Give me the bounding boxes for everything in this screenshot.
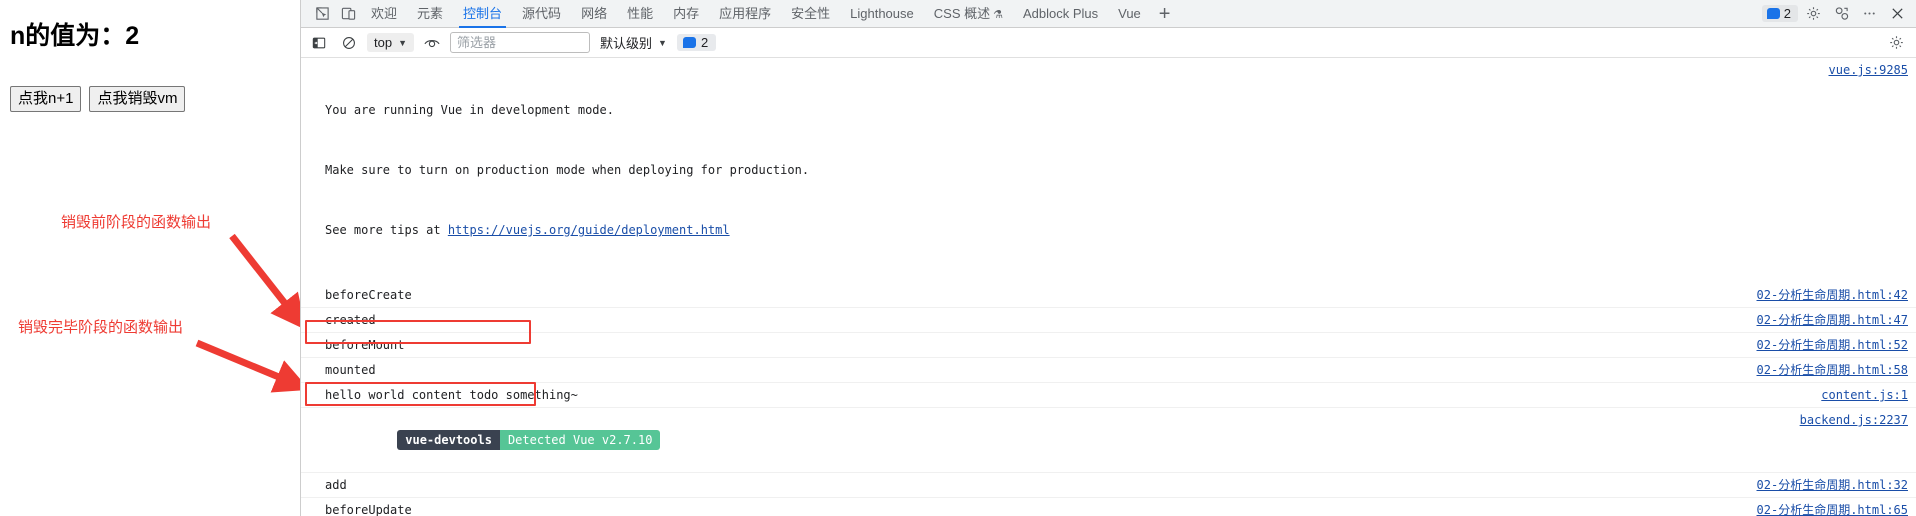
log-row[interactable]: vue-devtools Detected Vue v2.7.10 backend…	[301, 408, 1916, 473]
tab-lighthouse[interactable]: Lighthouse	[840, 0, 924, 28]
log-row[interactable]: hello world content todo something~ cont…	[301, 383, 1916, 408]
vue-devtools-badge: vue-devtools Detected Vue v2.7.10	[397, 430, 661, 450]
log-source-link[interactable]: 02-分析生命周期.html:42	[1741, 285, 1908, 305]
annotation-arrows	[195, 233, 300, 393]
tab-performance[interactable]: 性能	[617, 0, 663, 28]
tab-css-overview[interactable]: CSS 概述 ⚗	[924, 0, 1013, 28]
page-button-group: 点我n+1 点我销毁vm	[10, 86, 186, 112]
log-message: mounted	[325, 363, 376, 377]
increment-button[interactable]: 点我n+1	[10, 86, 82, 112]
log-source-link[interactable]: 02-分析生命周期.html:52	[1741, 335, 1908, 355]
log-source-link[interactable]: vue.js:9285	[1813, 60, 1908, 80]
tab-adblock-plus[interactable]: Adblock Plus	[1013, 0, 1108, 28]
issue-bubble-icon	[682, 37, 696, 48]
annotation-destroyed: 销毁完毕阶段的函数输出	[18, 319, 184, 336]
log-level-value: 默认级别	[600, 36, 653, 51]
log-message: beforeMount	[325, 338, 405, 352]
close-devtools-icon[interactable]	[1884, 2, 1910, 26]
log-row[interactable]: created 02-分析生命周期.html:47	[301, 308, 1916, 333]
execution-context-value: top	[374, 35, 393, 50]
log-source-link[interactable]: 02-分析生命周期.html:65	[1741, 500, 1908, 516]
log-source-link[interactable]: backend.js:2237	[1784, 410, 1908, 430]
add-panel-button[interactable]: +	[1151, 4, 1179, 24]
console-issues-badge[interactable]: 2	[676, 34, 717, 51]
browser-page-preview: n的值为：2 点我n+1 点我销毁vm 销毁前阶段的函数输出 销毁完毕阶段的函数…	[0, 0, 300, 516]
vue-devtools-badge-message: Detected Vue v2.7.10	[499, 430, 661, 450]
customize-devtools-icon[interactable]	[1828, 2, 1854, 26]
log-level-select[interactable]: 默认级别 ▼	[596, 31, 671, 54]
deployment-guide-link[interactable]: https://vuejs.org/guide/deployment.html	[448, 223, 730, 237]
execution-context-select[interactable]: top ▼	[367, 33, 414, 52]
page-title: n的值为：2	[10, 22, 140, 50]
tab-elements[interactable]: 元素	[407, 0, 453, 28]
tab-vue[interactable]: Vue	[1108, 0, 1151, 28]
log-source-link[interactable]: 02-分析生命周期.html:32	[1741, 475, 1908, 495]
destroy-vm-button[interactable]: 点我销毁vm	[89, 86, 186, 112]
log-source-link[interactable]: content.js:1	[1805, 385, 1908, 405]
issues-count: 2	[1783, 6, 1791, 21]
inspect-element-icon[interactable]	[309, 2, 335, 26]
log-row[interactable]: beforeCreate 02-分析生命周期.html:42	[301, 283, 1916, 308]
tab-application[interactable]: 应用程序	[709, 0, 781, 28]
devtools-tabbar-actions: 2	[1761, 2, 1910, 26]
chevron-down-icon: ▼	[658, 37, 667, 48]
live-expression-icon[interactable]	[420, 32, 444, 54]
console-settings-gear-icon[interactable]	[1884, 32, 1908, 54]
console-filter-toolbar: top ▼ 默认级别 ▼ 2	[301, 28, 1916, 58]
log-source-link[interactable]: 02-分析生命周期.html:58	[1741, 360, 1908, 380]
log-row[interactable]: mounted 02-分析生命周期.html:58	[301, 358, 1916, 383]
tab-security[interactable]: 安全性	[781, 0, 840, 28]
issues-badge[interactable]: 2	[1761, 5, 1798, 22]
annotation-before-destroy: 销毁前阶段的函数输出	[61, 214, 212, 231]
tab-sources[interactable]: 源代码	[512, 0, 571, 28]
log-row[interactable]: beforeMount 02-分析生命周期.html:52	[301, 333, 1916, 358]
tab-console[interactable]: 控制台	[453, 0, 512, 28]
log-message: hello world content todo something~	[325, 388, 578, 402]
console-issues-count: 2	[700, 35, 709, 50]
issue-bubble-icon	[1766, 8, 1780, 19]
chevron-down-icon: ▼	[398, 37, 407, 48]
tab-welcome[interactable]: 欢迎	[361, 0, 407, 28]
log-message: beforeCreate	[325, 288, 412, 302]
tab-memory[interactable]: 内存	[663, 0, 709, 28]
screen: n的值为：2 点我n+1 点我销毁vm 销毁前阶段的函数输出 销毁完毕阶段的函数…	[0, 0, 1916, 516]
log-source-link[interactable]: 02-分析生命周期.html:47	[1741, 310, 1908, 330]
log-message: beforeUpdate	[325, 503, 412, 516]
console-log-area[interactable]: You are running Vue in development mode.…	[301, 58, 1916, 516]
devtools-panel: 欢迎 元素 控制台 源代码 网络 性能 内存 应用程序 安全性 Lighthou…	[300, 0, 1916, 516]
log-message-line-text: See more tips at	[325, 223, 448, 237]
log-message: add	[325, 478, 347, 492]
log-message: vue-devtools Detected Vue v2.7.10	[325, 410, 1784, 470]
log-message-line: See more tips at https://vuejs.org/guide…	[325, 220, 1813, 240]
log-message-line: Make sure to turn on production mode whe…	[325, 163, 810, 177]
settings-gear-icon[interactable]	[1800, 2, 1826, 26]
tab-network[interactable]: 网络	[571, 0, 617, 28]
console-filter-input[interactable]	[450, 32, 590, 53]
tab-css-overview-label: CSS 概述	[933, 5, 991, 21]
log-row[interactable]: add 02-分析生命周期.html:32	[301, 473, 1916, 498]
devtools-tabbar: 欢迎 元素 控制台 源代码 网络 性能 内存 应用程序 安全性 Lighthou…	[301, 0, 1916, 28]
log-row[interactable]: You are running Vue in development mode.…	[301, 58, 1916, 283]
log-message: You are running Vue in development mode.…	[325, 60, 1813, 280]
device-toolbar-icon[interactable]	[335, 2, 361, 26]
log-message-line: You are running Vue in development mode.	[325, 103, 614, 117]
vue-devtools-badge-name: vue-devtools	[397, 430, 500, 450]
console-sidebar-icon[interactable]	[307, 32, 331, 54]
more-options-icon[interactable]	[1856, 2, 1882, 26]
log-row[interactable]: beforeUpdate 02-分析生命周期.html:65	[301, 498, 1916, 516]
clear-console-icon[interactable]	[337, 32, 361, 54]
experiment-flask-icon: ⚗	[993, 8, 1003, 21]
log-message: created	[325, 313, 376, 327]
